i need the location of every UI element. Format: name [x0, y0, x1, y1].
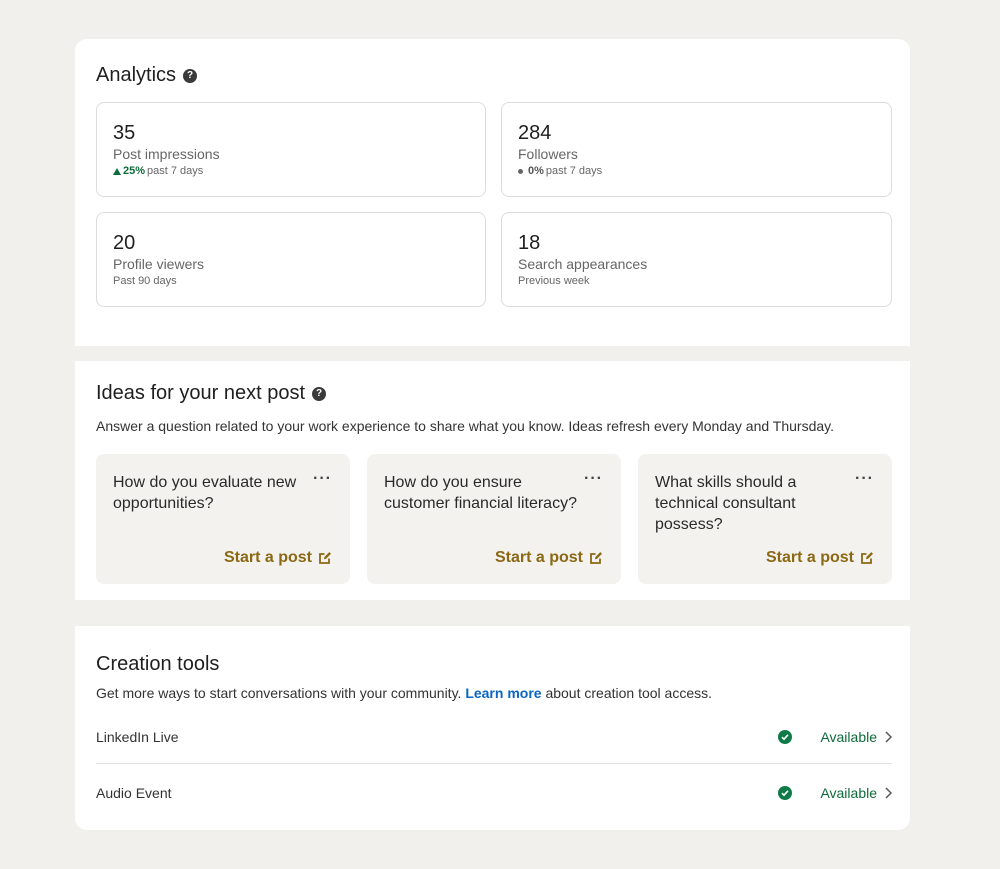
status-label: Available — [820, 784, 877, 801]
check-circle-icon — [778, 785, 793, 800]
creation-tools-title: Creation tools — [96, 652, 220, 675]
stat-period: Previous week — [518, 275, 590, 287]
stat-label: Followers — [518, 146, 578, 162]
start-post-label: Start a post — [765, 549, 854, 566]
stat-trend-row: 25% past 7 days — [113, 164, 469, 178]
start-post-button[interactable]: Start a post — [495, 549, 603, 567]
more-options-icon[interactable]: ··· — [313, 471, 332, 487]
ideas-panel: Ideas for your next post ? Answer a ques… — [75, 361, 910, 600]
compose-icon — [589, 551, 603, 565]
stat-card-search-appearances[interactable]: 18 Search appearances Previous week — [501, 212, 892, 307]
ideas-title: Ideas for your next post ? — [96, 381, 892, 405]
chevron-right-icon — [885, 786, 892, 799]
compose-icon — [318, 551, 332, 565]
subtitle-text: Get more ways to start conversations wit… — [96, 685, 466, 701]
check-circle-icon — [778, 730, 793, 744]
analytics-title: Analytics ? — [96, 63, 892, 87]
help-icon[interactable]: ? — [183, 69, 198, 83]
ideas-row: How do you evaluate new opportunities? ·… — [96, 454, 892, 584]
stat-label: Search appearances — [518, 256, 648, 272]
help-icon[interactable]: ? — [312, 387, 327, 401]
tool-row-linkedin-live[interactable]: LinkedIn Live Available — [96, 718, 892, 764]
stat-card-followers[interactable]: 284 Followers 0% past 7 days — [501, 102, 892, 197]
more-options-icon[interactable]: ··· — [584, 471, 603, 487]
start-post-button[interactable]: Start a post — [766, 549, 874, 567]
trend-up-icon — [113, 167, 121, 175]
ideas-subtitle: Answer a question related to your work e… — [96, 418, 834, 434]
trend-period: past 7 days — [545, 165, 603, 177]
trend-value: 25% — [123, 165, 146, 177]
start-post-button[interactable]: Start a post — [224, 549, 332, 567]
idea-card: What skills should a technical consultan… — [638, 454, 892, 584]
stat-card-profile-viewers[interactable]: 20 Profile viewers Past 90 days — [96, 212, 486, 307]
stat-period: Past 90 days — [113, 275, 177, 287]
tool-status: Available — [778, 785, 892, 801]
subtitle-text: about creation tool access. — [541, 685, 712, 701]
tool-name: LinkedIn Live — [96, 729, 179, 745]
start-post-label: Start a post — [494, 549, 583, 566]
stat-trend-row: 0% past 7 days — [518, 164, 875, 178]
stat-value: 18 — [518, 232, 541, 254]
tool-name: Audio Event — [96, 784, 172, 801]
stat-value: 20 — [113, 232, 136, 254]
idea-question: What skills should a technical consultan… — [655, 474, 797, 533]
idea-question: How do you evaluate new opportunities? — [113, 474, 297, 512]
chevron-right-icon — [885, 731, 892, 743]
stat-value: 35 — [113, 122, 136, 144]
stat-label: Profile viewers — [113, 256, 205, 272]
stat-label: Post impressions — [113, 146, 220, 162]
idea-card: How do you ensure customer financial lit… — [367, 454, 621, 584]
tool-status: Available — [778, 729, 892, 745]
creation-tools-subtitle: Get more ways to start conversations wit… — [96, 685, 892, 702]
trend-up: 25% — [113, 164, 145, 178]
analytics-panel: Analytics ? 35 Post impressions 25% past… — [75, 39, 910, 346]
idea-card: How do you evaluate new opportunities? ·… — [96, 454, 350, 584]
idea-question: How do you ensure customer financial lit… — [384, 474, 577, 512]
trend-period: past 7 days — [147, 165, 204, 177]
trend-value: 0% — [528, 165, 544, 177]
stat-card-post-impressions[interactable]: 35 Post impressions 25% past 7 days — [96, 102, 486, 197]
stat-grid: 35 Post impressions 25% past 7 days 284 … — [96, 102, 892, 307]
analytics-title-text: Analytics — [96, 63, 177, 86]
tool-row-audio-event[interactable]: Audio Event Available — [96, 764, 892, 821]
creation-tools-panel: Creation tools Get more ways to start co… — [75, 626, 910, 830]
start-post-label: Start a post — [223, 549, 312, 566]
more-options-icon[interactable]: ··· — [855, 471, 874, 487]
ideas-title-text: Ideas for your next post — [96, 381, 306, 404]
compose-icon — [860, 551, 874, 565]
learn-more-link[interactable]: Learn more — [465, 685, 541, 701]
neutral-dot-icon — [518, 168, 523, 174]
tool-list: LinkedIn Live Available Audio Event Avai… — [96, 718, 892, 821]
stat-value: 284 — [518, 122, 552, 144]
status-label: Available — [820, 729, 877, 745]
